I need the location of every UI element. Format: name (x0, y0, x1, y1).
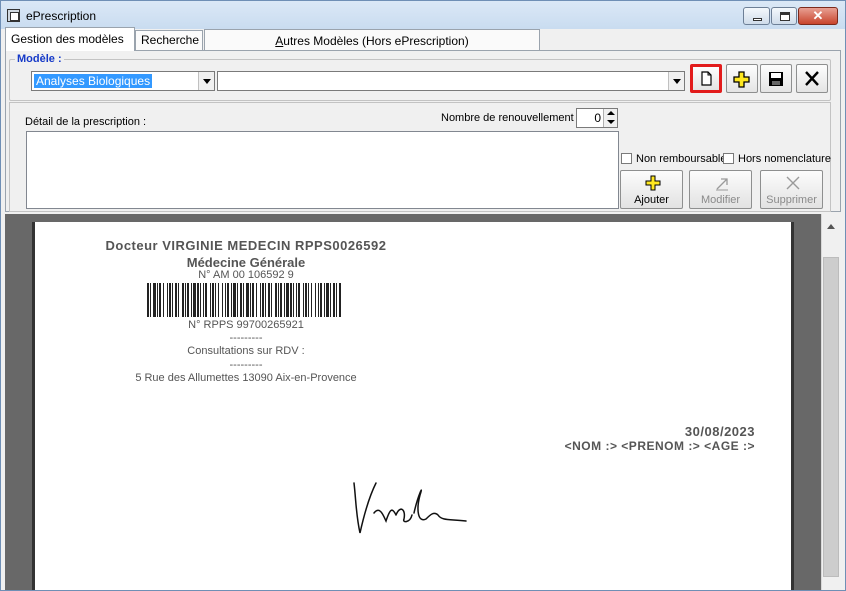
close-icon: ✕ (812, 8, 824, 23)
category-selected-value: Analyses Biologiques (34, 74, 153, 88)
prescription-detail-textarea[interactable] (26, 131, 619, 209)
category-dropdown[interactable]: Analyses Biologiques (31, 71, 215, 91)
save-template-button[interactable] (760, 64, 792, 93)
x-icon (805, 71, 819, 86)
renewal-label: Nombre de renouvellement : (441, 112, 580, 124)
renewal-count-value: 0 (594, 111, 601, 125)
chevron-down-icon[interactable] (668, 72, 684, 90)
hors-nomenclature-checkbox[interactable] (723, 153, 734, 164)
scrollbar-thumb[interactable] (823, 257, 839, 577)
maximize-icon (780, 12, 790, 21)
doctor-specialty: Médecine Générale (186, 255, 306, 270)
supprimer-label: Supprimer (766, 194, 817, 206)
consultation-info: Consultations sur RDV : (187, 345, 305, 357)
detail-label: Détail de la prescription : (25, 116, 147, 128)
spin-down-icon[interactable] (603, 118, 617, 127)
separator-line: --------- (229, 359, 263, 371)
close-button[interactable]: ✕ (798, 7, 838, 25)
x-icon (786, 176, 800, 190)
app-icon (7, 9, 20, 22)
supprimer-button[interactable]: Supprimer (760, 170, 823, 209)
modele-group-label: Modèle : (15, 53, 64, 65)
tab-recherche[interactable]: Recherche (135, 30, 203, 51)
signature-image (353, 482, 467, 534)
separator-line: --------- (229, 332, 263, 344)
prescription-date: 30/08/2023 (684, 424, 755, 439)
minimize-button[interactable] (743, 7, 770, 25)
ajouter-label: Ajouter (634, 194, 669, 206)
window-title: ePrescription (26, 9, 97, 23)
barcode-image (147, 283, 341, 317)
rpps-number: N° RPPS 99700265921 (188, 319, 304, 331)
non-remboursable-checkbox[interactable] (621, 153, 632, 164)
eprescription-window: ePrescription ✕ Gestion des modèles Rech… (0, 0, 846, 591)
plus-icon (645, 175, 661, 191)
doctor-name: Docteur VIRGINIE MEDECIN RPPS0026592 (105, 238, 387, 253)
ajouter-button[interactable]: Ajouter (620, 170, 683, 209)
delete-template-button[interactable] (796, 64, 828, 93)
non-remboursable-label: Non remboursable (636, 153, 727, 165)
new-document-icon (701, 71, 712, 86)
edit-arrow-icon (716, 178, 728, 191)
maximize-button[interactable] (771, 7, 797, 25)
minimize-icon (753, 18, 762, 21)
hors-nomenclature-label: Hors nomenclature (738, 153, 831, 165)
spin-up-icon[interactable] (603, 109, 617, 118)
tab-autres-modeles[interactable]: Autres Modèles (Hors ePrescription) (204, 29, 540, 51)
patient-placeholder: <NOM :> <PRENOM :> <AGE :> (564, 439, 755, 453)
floppy-disk-icon (769, 72, 783, 86)
tab-label: Recherche (141, 33, 200, 47)
new-template-button[interactable] (690, 64, 722, 93)
doctor-address: 5 Rue des Allumettes 13090 Aix-en-Proven… (135, 372, 357, 384)
modifier-button[interactable]: Modifier (689, 170, 752, 209)
modifier-label: Modifier (700, 194, 741, 206)
add-template-button[interactable] (726, 64, 758, 93)
title-bar: ePrescription ✕ (1, 1, 845, 29)
chevron-down-icon[interactable] (198, 72, 214, 90)
template-dropdown[interactable] (217, 71, 685, 91)
tab-label: Gestion des modèles (11, 32, 124, 46)
plus-icon (733, 71, 750, 88)
tab-label: utres Modèles (Hors ePrescription) (283, 34, 469, 48)
scroll-up-icon[interactable] (821, 217, 841, 235)
tab-gestion-des-modeles[interactable]: Gestion des modèles (5, 27, 135, 51)
renewal-count-stepper[interactable]: 0 (576, 108, 618, 128)
am-number: N° AM 00 106592 9 (198, 269, 294, 281)
